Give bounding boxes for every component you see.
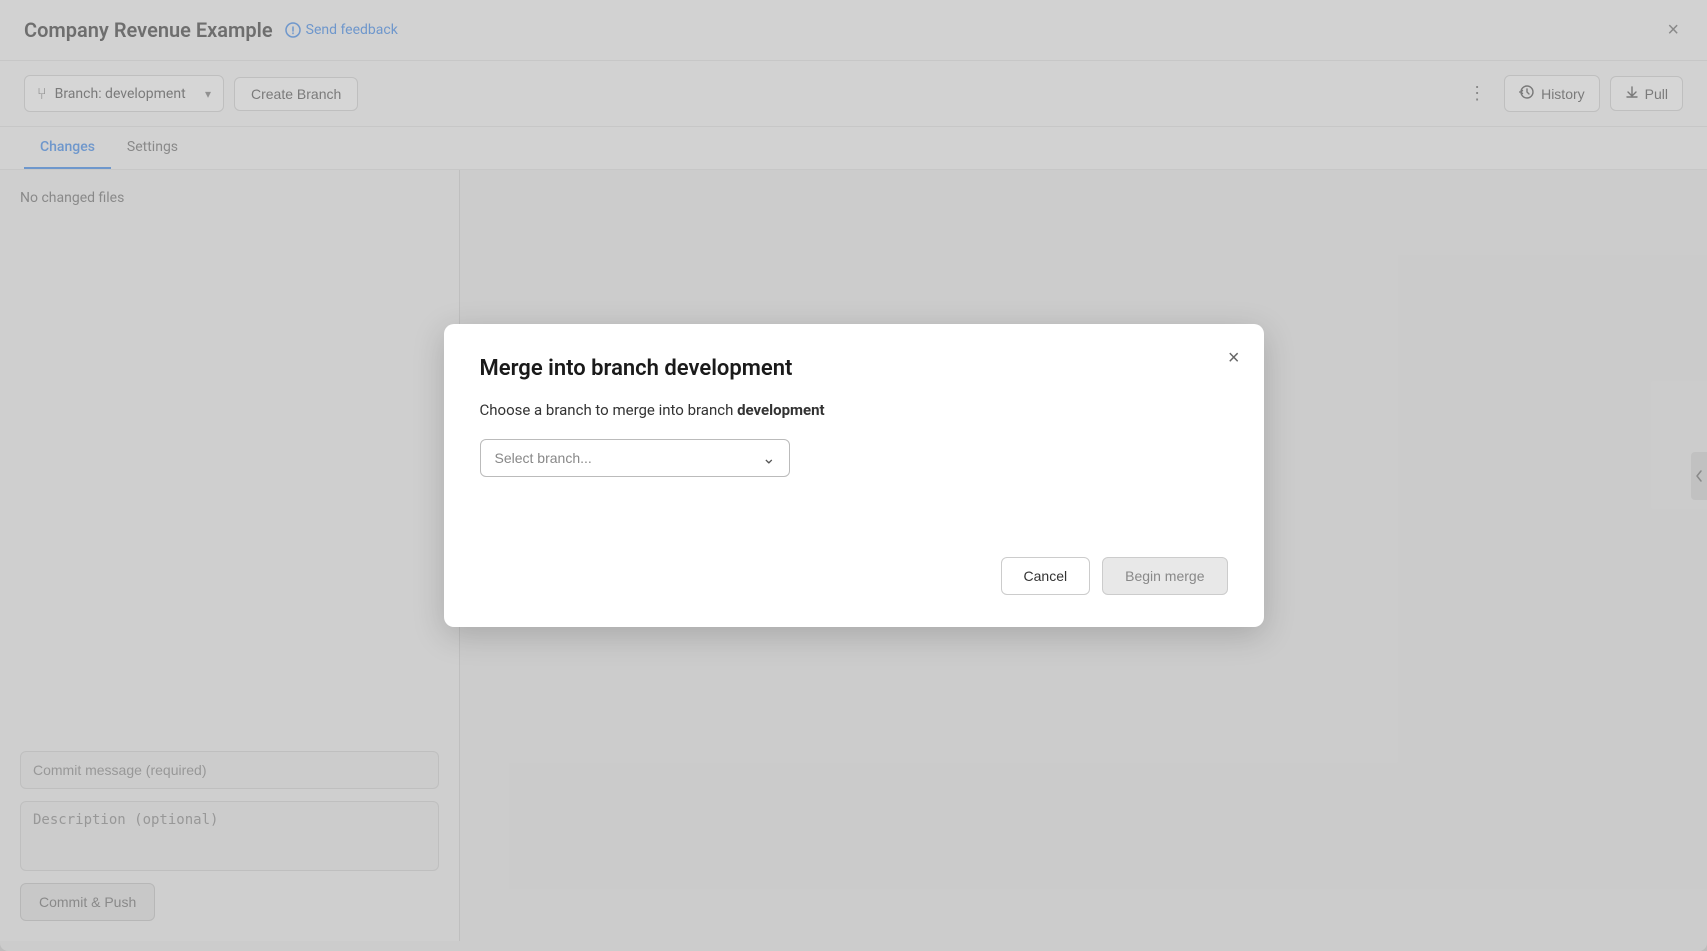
begin-merge-button[interactable]: Begin merge (1102, 557, 1227, 595)
dialog-desc-prefix: Choose a branch to merge into branch (480, 401, 738, 419)
dialog-title: Merge into branch development (480, 356, 1228, 381)
dialog-close-button[interactable]: × (1224, 344, 1244, 372)
dialog-desc-branch: development (737, 401, 825, 419)
merge-dialog: × Merge into branch development Choose a… (444, 324, 1264, 627)
branch-select[interactable]: Select branch... (480, 439, 790, 477)
branch-select-wrapper: Select branch... (480, 439, 790, 477)
dialog-footer: Cancel Begin merge (480, 557, 1228, 595)
dialog-description: Choose a branch to merge into branch dev… (480, 401, 1228, 419)
cancel-button[interactable]: Cancel (1001, 557, 1091, 595)
modal-overlay: × Merge into branch development Choose a… (0, 0, 1707, 951)
main-panel: Company Revenue Example Send feedback × … (0, 0, 1707, 951)
